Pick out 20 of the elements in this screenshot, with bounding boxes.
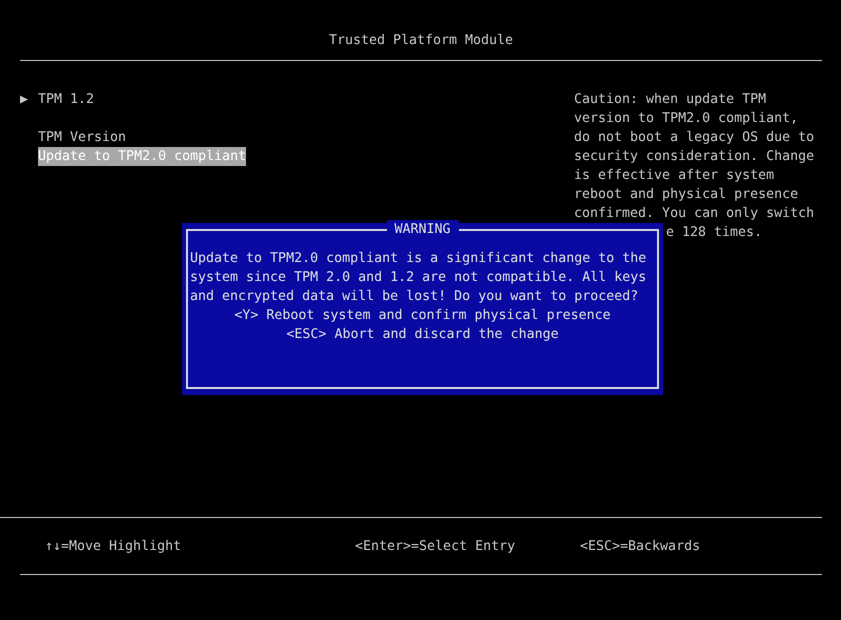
key-hint: <Enter>=Select Entry [355,538,516,556]
help-text: e 128 times. [665,224,762,242]
help-text: Caution: when update TPM [574,91,766,109]
warning-text: Update to TPM2.0 compliant is a significant change to the [190,250,646,268]
dialog-option: <ESC> Abort and discard the change [286,325,559,344]
window-title: Trusted Platform Module [328,32,514,50]
help-text: version to TPM2.0 compliant, [574,110,798,128]
help-text: do not boot a legacy OS due to [574,129,814,147]
key-hint: <ESC>=Backwards [580,538,700,556]
help-text: security consideration. Change [574,148,814,166]
submenu-marker: ▶ [20,91,30,109]
help-text: reboot and physical presence [574,186,798,204]
help-text: confirmed. You can only switch [574,205,814,223]
dialog-option: <Y> Reboot system and confirm physical presence [234,306,611,325]
key-hint: ↑↓=Move Highlight [45,538,182,556]
help-text: is effective after system [574,167,774,185]
submenu-link[interactable]: TPM 1.2 [38,90,94,109]
warning-text: system since TPM 2.0 and 1.2 are not compatible. All keys [190,269,646,287]
warning-text: and encrypted data will be lost! Do you want to proceed? [190,288,638,306]
menu-item[interactable]: TPM Version [38,128,126,147]
